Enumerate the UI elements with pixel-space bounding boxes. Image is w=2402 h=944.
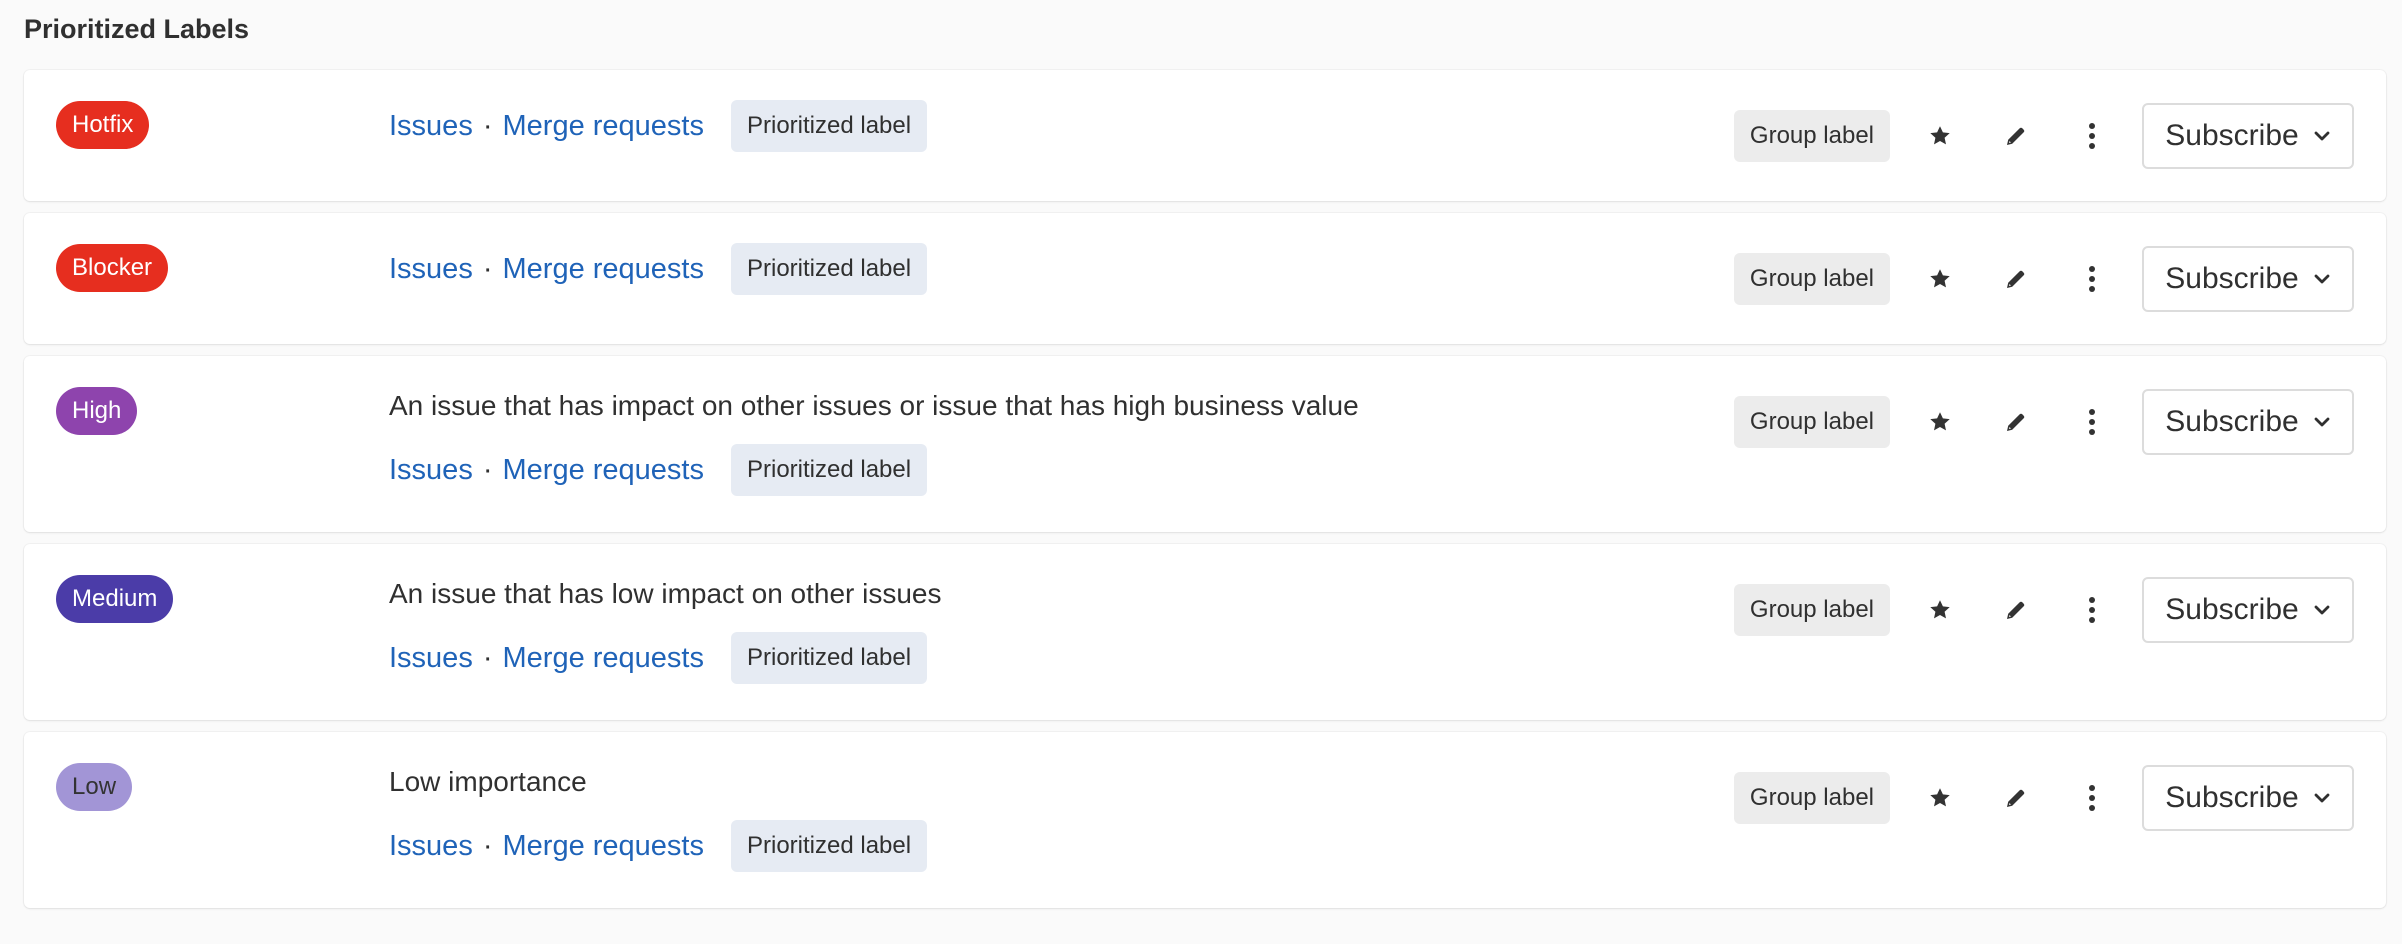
label-content: Issues · Merge requests Prioritized labe… [389,243,1786,295]
label-description: An issue that has impact on other issues… [389,390,1359,421]
chevron-down-icon [2313,601,2331,619]
issues-link[interactable]: Issues [389,830,473,863]
group-label-badge: Group label [1733,772,1890,824]
label-description: An issue that has low impact on other is… [389,578,942,609]
link-separator: · [482,109,493,142]
chevron-down-icon [2313,413,2331,431]
more-vertical-icon[interactable] [2064,108,2120,164]
prioritized-badge: Prioritized label [731,820,928,872]
label-content: An issue that has impact on other issues… [389,386,1786,496]
pencil-icon[interactable] [1988,251,2044,307]
label-content: Low importance Issues · Merge requests P… [389,762,1786,872]
star-icon[interactable] [1912,108,1968,164]
issues-link[interactable]: Issues [389,642,473,675]
link-separator: · [482,829,493,862]
merge-requests-link[interactable]: Merge requests [503,830,705,863]
pencil-icon[interactable] [1988,394,2044,450]
merge-requests-link[interactable]: Merge requests [503,110,705,143]
subscribe-label: Subscribe [2165,781,2299,814]
subscribe-label: Subscribe [2165,262,2299,295]
star-icon[interactable] [1912,251,1968,307]
star-icon[interactable] [1912,770,1968,826]
subscribe-dropdown[interactable]: Subscribe [2142,246,2354,312]
prioritized-badge: Prioritized label [731,444,928,496]
star-icon[interactable] [1912,582,1968,638]
label-row-low: Low Low importance Issues · Merge reques… [24,732,2386,908]
label-description: Low importance [389,766,587,797]
link-separator: · [482,453,493,486]
labels-page: Prioritized Labels Hotfix Issues · Merge… [0,0,2402,944]
label-actions: Group label Subscribe [1733,102,2354,170]
group-label-badge: Group label [1733,396,1890,448]
merge-requests-link[interactable]: Merge requests [503,642,705,675]
prioritized-badge: Prioritized label [731,632,928,684]
label-links: Issues · Merge requests Prioritized labe… [389,444,1786,496]
link-separator: · [482,252,493,285]
label-actions: Group label Subscribe [1733,245,2354,313]
more-vertical-icon[interactable] [2064,251,2120,307]
label-pill-low[interactable]: Low [56,763,133,811]
label-row-high: High An issue that has impact on other i… [24,356,2386,532]
label-links: Issues · Merge requests Prioritized labe… [389,100,1786,152]
label-actions: Group label Subscribe [1733,576,2354,644]
subscribe-label: Subscribe [2165,405,2299,438]
group-label-badge: Group label [1733,110,1890,162]
chevron-down-icon [2313,789,2331,807]
issues-link[interactable]: Issues [389,110,473,143]
subscribe-label: Subscribe [2165,119,2299,152]
issues-link[interactable]: Issues [389,454,473,487]
more-vertical-icon[interactable] [2064,394,2120,450]
label-pill-medium[interactable]: Medium [56,575,174,623]
label-content: An issue that has low impact on other is… [389,574,1786,684]
subscribe-label: Subscribe [2165,593,2299,626]
prioritized-badge: Prioritized label [731,243,928,295]
pencil-icon[interactable] [1988,108,2044,164]
label-links: Issues · Merge requests Prioritized labe… [389,820,1786,872]
label-links: Issues · Merge requests Prioritized labe… [389,243,1786,295]
pencil-icon[interactable] [1988,770,2044,826]
merge-requests-link[interactable]: Merge requests [503,454,705,487]
label-links: Issues · Merge requests Prioritized labe… [389,632,1786,684]
subscribe-dropdown[interactable]: Subscribe [2142,577,2354,643]
merge-requests-link[interactable]: Merge requests [503,253,705,286]
subscribe-dropdown[interactable]: Subscribe [2142,103,2354,169]
link-separator: · [482,641,493,674]
section-title: Prioritized Labels [24,14,250,44]
subscribe-dropdown[interactable]: Subscribe [2142,389,2354,455]
prioritized-badge: Prioritized label [731,100,928,152]
label-pill-blocker[interactable]: Blocker [56,244,169,292]
label-pill-hotfix[interactable]: Hotfix [56,101,150,149]
label-pill-high[interactable]: High [56,387,138,435]
label-actions: Group label Subscribe [1733,388,2354,456]
label-row-blocker: Blocker Issues · Merge requests Prioriti… [24,213,2386,344]
group-label-badge: Group label [1733,253,1890,305]
label-content: Issues · Merge requests Prioritized labe… [389,100,1786,152]
issues-link[interactable]: Issues [389,253,473,286]
label-row-medium: Medium An issue that has low impact on o… [24,544,2386,720]
subscribe-dropdown[interactable]: Subscribe [2142,765,2354,831]
group-label-badge: Group label [1733,584,1890,636]
more-vertical-icon[interactable] [2064,582,2120,638]
star-icon[interactable] [1912,394,1968,450]
label-actions: Group label Subscribe [1733,764,2354,832]
label-row-hotfix: Hotfix Issues · Merge requests Prioritiz… [24,70,2386,201]
pencil-icon[interactable] [1988,582,2044,638]
more-vertical-icon[interactable] [2064,770,2120,826]
chevron-down-icon [2313,127,2331,145]
chevron-down-icon [2313,270,2331,288]
